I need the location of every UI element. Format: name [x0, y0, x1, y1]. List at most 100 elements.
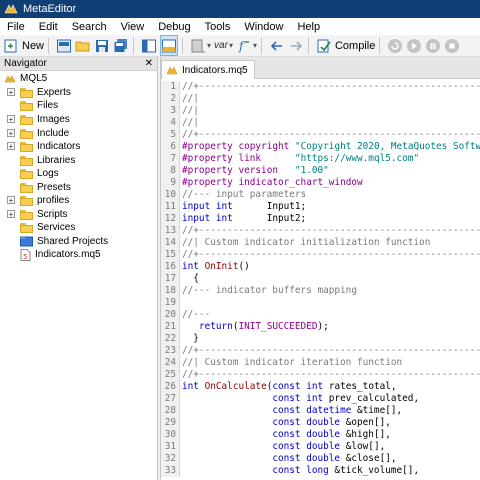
- toolbar-separator: [133, 37, 135, 54]
- code-text: //+-------------------------------------…: [182, 345, 480, 356]
- line-number: 22: [161, 333, 179, 345]
- tree-item-libraries[interactable]: Libraries: [20, 154, 75, 167]
- code-line: 23//+-----------------------------------…: [161, 345, 480, 357]
- insert-function-button[interactable]: f ▾: [236, 36, 257, 55]
- code-text: //| htt: [182, 117, 199, 128]
- code-line: 27 const int prev_calculated,: [161, 393, 419, 405]
- menu-help[interactable]: Help: [290, 21, 327, 33]
- save-button[interactable]: [94, 36, 110, 55]
- new-file-icon: [4, 39, 17, 52]
- tab-indicators-mq5[interactable]: Indicators.mq5: [161, 60, 255, 79]
- stop-debug-button[interactable]: [444, 36, 460, 55]
- expand-icon[interactable]: +: [7, 142, 15, 151]
- toggle-toolbox-button[interactable]: [160, 35, 179, 56]
- restart-icon: [388, 38, 403, 53]
- expand-icon[interactable]: +: [7, 196, 15, 205]
- gutter-separator: [179, 333, 180, 345]
- folder-icon: [20, 128, 33, 139]
- toggle-navigator-button[interactable]: [141, 36, 157, 55]
- tree-item-profiles[interactable]: profiles: [20, 194, 69, 207]
- insert-var-button[interactable]: var ▾: [214, 36, 233, 55]
- navigator-panel: Navigator ✕ MQL5 + Experts Files + Image…: [0, 57, 158, 480]
- gutter-separator: [179, 321, 180, 333]
- line-number: 17: [161, 273, 179, 285]
- code-text: //+-------------------------------------…: [182, 249, 480, 260]
- window-title: MetaEditor: [23, 3, 77, 15]
- menu-edit[interactable]: Edit: [32, 21, 65, 33]
- navigator-header: Navigator ✕: [0, 57, 157, 71]
- navigator-title: Navigator: [4, 58, 47, 69]
- tree-item-experts[interactable]: Experts: [20, 86, 71, 99]
- menu-tools[interactable]: Tools: [198, 21, 238, 33]
- code-line: 17 {: [161, 273, 199, 285]
- code-line: 1//+------------------------------------…: [161, 81, 480, 93]
- navigator-panel-icon: [142, 39, 157, 52]
- tree-item-services[interactable]: Services: [20, 221, 75, 234]
- expand-icon[interactable]: +: [7, 210, 15, 219]
- open-button[interactable]: [75, 36, 91, 55]
- tree-item-logs[interactable]: Logs: [20, 167, 59, 180]
- tree-item-label: Presets: [37, 182, 71, 193]
- new-button-label: New: [22, 39, 45, 52]
- menu-view[interactable]: View: [114, 21, 152, 33]
- code-line: 28 const datetime &time[],: [161, 405, 402, 417]
- new-button[interactable]: New: [3, 36, 44, 55]
- tree-root-mql5[interactable]: MQL5: [4, 72, 47, 85]
- code-line: 32 const double &close[],: [161, 453, 397, 465]
- compile-button-label: Compile: [334, 39, 376, 52]
- code-text-area[interactable]: 1//+------------------------------------…: [161, 81, 480, 480]
- gutter-separator: [179, 393, 180, 405]
- expand-icon[interactable]: +: [7, 129, 15, 138]
- toolbar-separator: [182, 37, 184, 54]
- menu-window[interactable]: Window: [237, 21, 290, 33]
- code-text: //| Copyright 2020, MetaQuotes Software …: [182, 105, 199, 116]
- code-line: 8 #property version "1.00": [161, 165, 329, 177]
- tree-item-images[interactable]: Images: [20, 113, 70, 126]
- menu-file[interactable]: File: [0, 21, 32, 33]
- code-line: 25//+-----------------------------------…: [161, 369, 480, 381]
- tree-item-scripts[interactable]: Scripts: [20, 208, 68, 221]
- start-debug-button[interactable]: [406, 36, 422, 55]
- code-line: 22 }: [161, 333, 199, 345]
- metaeditor-file-icon: [166, 65, 178, 74]
- main-toolbar: New ▾ var ▾ f ▾ Compile: [0, 35, 480, 57]
- close-icon[interactable]: ✕: [145, 58, 153, 69]
- gutter-separator: [179, 117, 180, 129]
- tree-item-label: Shared Projects: [37, 236, 109, 247]
- line-number: 20: [161, 309, 179, 321]
- tree-item-files[interactable]: Files: [20, 99, 58, 112]
- line-number: 10: [161, 189, 179, 201]
- toolbar-separator: [307, 37, 309, 54]
- styler-button[interactable]: ▾: [190, 36, 211, 55]
- debug-restart-button[interactable]: [387, 36, 403, 55]
- forward-button[interactable]: [288, 36, 304, 55]
- tree-item-indicators-file[interactable]: 5 Indicators.mq5: [20, 248, 101, 261]
- toolbar-separator: [260, 37, 262, 54]
- mql5-storage-button[interactable]: [56, 36, 72, 55]
- line-number: 32: [161, 453, 179, 465]
- tree-root-label: MQL5: [20, 73, 48, 84]
- menu-search[interactable]: Search: [65, 21, 114, 33]
- code-text: const datetime &time[],: [272, 405, 403, 416]
- tree-item-shared-projects[interactable]: Shared Projects: [20, 235, 108, 248]
- tree-item-presets[interactable]: Presets: [20, 181, 71, 194]
- code-line: 9 #property indicator_chart_window: [161, 177, 363, 189]
- menu-debug[interactable]: Debug: [151, 21, 197, 33]
- back-button[interactable]: [269, 36, 285, 55]
- expand-icon[interactable]: +: [7, 115, 15, 124]
- gutter-separator: [179, 309, 180, 321]
- gutter-separator: [179, 285, 180, 297]
- folder-icon: [20, 195, 33, 206]
- gutter-separator: [179, 201, 180, 213]
- compile-icon: [317, 39, 331, 52]
- expand-icon[interactable]: +: [7, 88, 15, 97]
- tree-item-include[interactable]: Include: [20, 127, 69, 140]
- folder-icon: [20, 87, 33, 98]
- tree-item-indicators[interactable]: Indicators: [20, 140, 80, 153]
- save-all-button[interactable]: [113, 36, 129, 55]
- compile-button[interactable]: Compile: [316, 36, 375, 55]
- line-number: 14: [161, 237, 179, 249]
- gutter-separator: [179, 129, 180, 141]
- pause-debug-button[interactable]: [425, 36, 441, 55]
- code-text: #property link "https://www.mql5.com": [182, 153, 420, 164]
